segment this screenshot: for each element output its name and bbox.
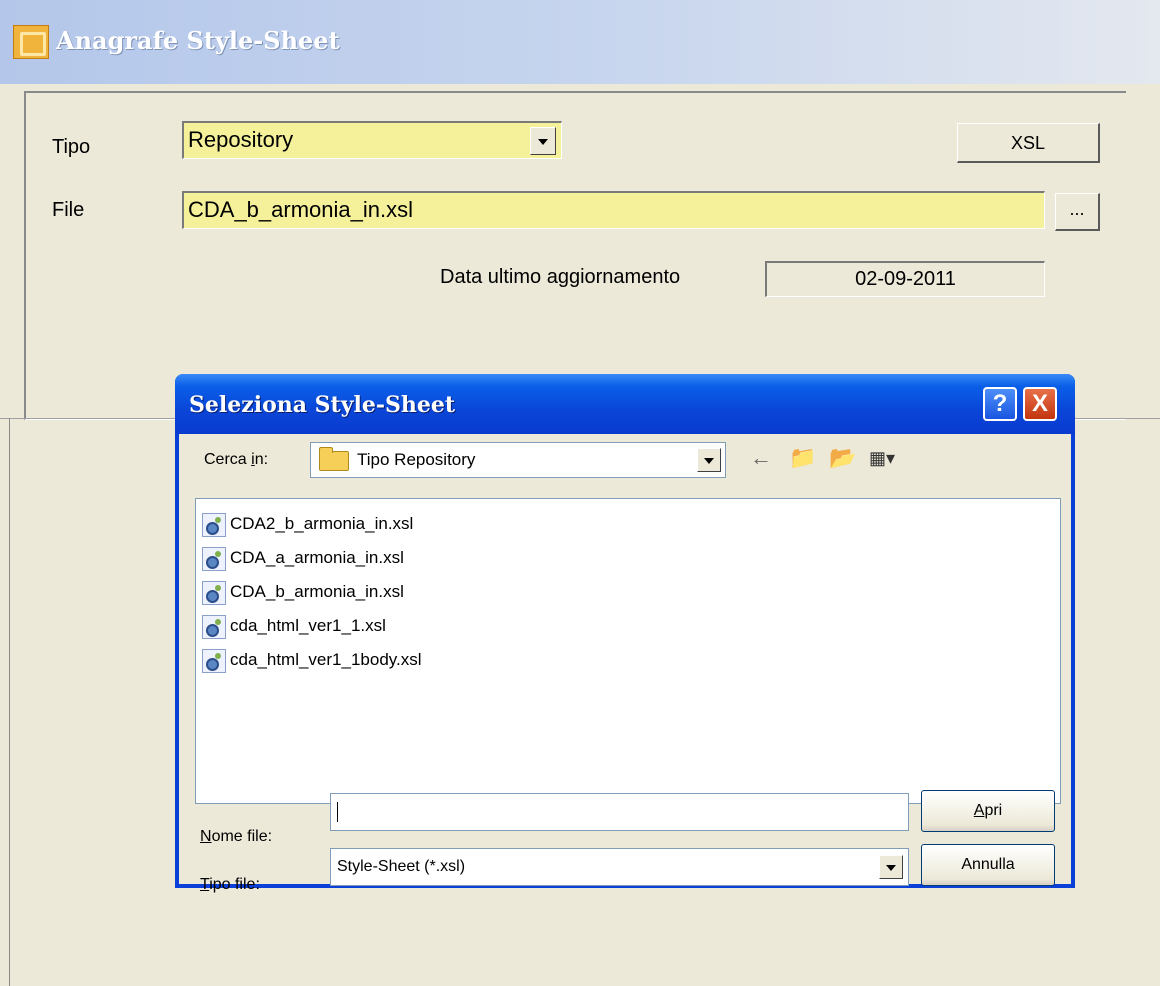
cancel-button[interactable]: Annulla bbox=[921, 844, 1055, 886]
file-label: File bbox=[52, 199, 85, 221]
tipo-dropdown-button[interactable] bbox=[530, 127, 556, 155]
file-list[interactable]: CDA2_b_armonia_in.xsl CDA_a_armonia_in.x… bbox=[195, 498, 1061, 804]
look-in-label: Cerca in: bbox=[204, 451, 268, 469]
chevron-down-icon bbox=[886, 865, 896, 871]
chevron-down-icon bbox=[704, 458, 714, 464]
help-button[interactable]: ? bbox=[983, 387, 1017, 421]
filetype-dropdown-button[interactable] bbox=[879, 855, 903, 879]
back-arrow-icon[interactable]: ← bbox=[750, 447, 772, 469]
filename-input[interactable] bbox=[330, 793, 909, 831]
dialog-title-bar: Seleziona Style-Sheet ? X bbox=[175, 374, 1075, 434]
xsl-file-icon bbox=[202, 512, 226, 537]
date-label: Data ultimo aggiornamento bbox=[440, 266, 681, 288]
open-button[interactable]: Apri bbox=[921, 790, 1055, 832]
text-cursor bbox=[337, 801, 338, 822]
folder-icon bbox=[319, 447, 349, 471]
file-field[interactable]: CDA_b_armonia_in.xsl bbox=[182, 191, 1045, 229]
filetype-label: Tipo file: bbox=[200, 876, 260, 894]
filename-label-rest: ome file: bbox=[211, 828, 273, 845]
look-in-label-post: n: bbox=[254, 451, 269, 468]
list-item[interactable]: CDA_b_armonia_in.xsl bbox=[202, 577, 404, 607]
filetype-select[interactable]: Style-Sheet (*.xsl) bbox=[330, 848, 909, 886]
xsl-file-icon bbox=[202, 546, 226, 571]
look-in-dropdown-button[interactable] bbox=[697, 448, 721, 472]
dialog-client-area: Cerca in: Tipo Repository ← 📁 📂 ▦▾ CDA2_… bbox=[179, 434, 1071, 893]
view-menu-icon[interactable]: ▦▾ bbox=[869, 447, 895, 469]
new-folder-icon[interactable]: 📂 bbox=[829, 447, 856, 469]
dialog-title: Seleziona Style-Sheet bbox=[189, 392, 456, 418]
xsl-file-icon bbox=[202, 614, 226, 639]
filetype-label-rest: ipo file: bbox=[209, 876, 260, 893]
close-button[interactable]: X bbox=[1023, 387, 1057, 421]
file-name: cda_html_ver1_1.xsl bbox=[230, 616, 386, 635]
app-logo-icon bbox=[13, 25, 49, 59]
look-in-label-pre: Cerca bbox=[204, 451, 252, 468]
filename-label-key: N bbox=[200, 828, 212, 845]
list-item[interactable]: CDA_a_armonia_in.xsl bbox=[202, 543, 404, 573]
frame-left-edge bbox=[9, 418, 10, 986]
xsl-file-icon bbox=[202, 648, 226, 673]
file-name: CDA2_b_armonia_in.xsl bbox=[230, 514, 414, 533]
window-title: Anagrafe Style-Sheet bbox=[56, 26, 340, 55]
filetype-label-key: T bbox=[200, 876, 210, 893]
chevron-down-icon bbox=[538, 139, 548, 145]
file-name: CDA_b_armonia_in.xsl bbox=[230, 582, 404, 601]
tipo-select-value: Repository bbox=[188, 127, 294, 152]
file-dialog: Seleziona Style-Sheet ? X Cerca in: Tipo… bbox=[175, 374, 1075, 893]
open-button-key: A bbox=[973, 802, 985, 819]
look-in-value: Tipo Repository bbox=[357, 450, 476, 469]
filename-label: Nome file: bbox=[200, 828, 272, 846]
file-name: cda_html_ver1_1body.xsl bbox=[230, 650, 422, 669]
open-button-rest: pri bbox=[984, 802, 1003, 819]
main-title-bar: Anagrafe Style-Sheet bbox=[0, 0, 1160, 84]
up-folder-icon[interactable]: 📁 bbox=[789, 447, 816, 469]
filetype-value: Style-Sheet (*.xsl) bbox=[337, 858, 466, 875]
xsl-file-icon bbox=[202, 580, 226, 605]
tipo-label: Tipo bbox=[52, 136, 91, 158]
list-item[interactable]: cda_html_ver1_1.xsl bbox=[202, 611, 386, 641]
tipo-select[interactable]: Repository bbox=[182, 121, 562, 159]
browse-button[interactable]: ... bbox=[1055, 193, 1100, 231]
file-name: CDA_a_armonia_in.xsl bbox=[230, 548, 404, 567]
list-item[interactable]: CDA2_b_armonia_in.xsl bbox=[202, 509, 413, 539]
xsl-button[interactable]: XSL bbox=[957, 123, 1100, 163]
date-value: 02-09-2011 bbox=[765, 261, 1045, 297]
look-in-combo[interactable]: Tipo Repository bbox=[310, 442, 726, 478]
list-item[interactable]: cda_html_ver1_1body.xsl bbox=[202, 645, 422, 675]
